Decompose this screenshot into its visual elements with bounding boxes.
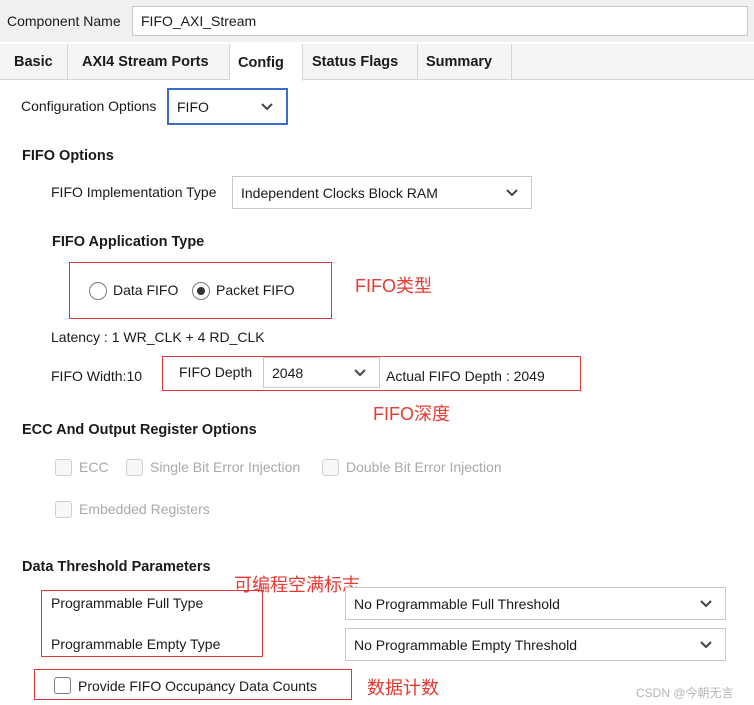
config-options-select[interactable]: FIFO (167, 88, 288, 125)
prog-empty-label: Programmable Empty Type (51, 636, 221, 652)
component-name-value: FIFO_AXI_Stream (141, 13, 257, 29)
packet-fifo-radio[interactable] (192, 282, 210, 300)
fifo-options-heading: FIFO Options (22, 148, 114, 164)
tab-bar: Basic AXI4 Stream Ports Config Status Fl… (0, 44, 754, 81)
watermark-text: CSDN @今朝无言 (636, 686, 734, 700)
data-fifo-radio[interactable] (89, 282, 107, 300)
packet-fifo-label: Packet FIFO (216, 282, 295, 298)
data-fifo-label: Data FIFO (113, 282, 179, 298)
prog-empty-select[interactable]: No Programmable Empty Threshold (345, 628, 726, 661)
component-name-label: Component Name (7, 13, 121, 29)
tab-status-flags[interactable]: Status Flags (303, 44, 418, 80)
fifo-impl-value: Independent Clocks Block RAM (241, 184, 438, 201)
chevron-down-icon (261, 102, 273, 110)
chevron-down-icon (354, 368, 366, 376)
annotation-fifo-depth: FIFO深度 (373, 404, 450, 424)
ecc-checkbox (55, 459, 72, 476)
fifo-depth-select[interactable]: 2048 (263, 357, 380, 388)
threshold-heading: Data Threshold Parameters (22, 559, 211, 575)
fifo-app-type-heading: FIFO Application Type (52, 234, 205, 250)
fifo-width-text: FIFO Width:10 (51, 368, 143, 384)
double-bit-error-label: Double Bit Error Injection (346, 459, 502, 475)
chevron-down-icon (700, 640, 712, 648)
prog-full-select[interactable]: No Programmable Full Threshold (345, 587, 726, 620)
single-bit-error-label: Single Bit Error Injection (150, 459, 301, 475)
single-bit-error-checkbox (126, 459, 143, 476)
config-options-value: FIFO (177, 98, 209, 115)
prog-full-value: No Programmable Full Threshold (354, 595, 560, 612)
occupancy-label: Provide FIFO Occupancy Data Counts (78, 678, 317, 694)
ecc-label: ECC (79, 459, 109, 475)
radio-selected-dot (197, 287, 205, 295)
double-bit-error-checkbox (322, 459, 339, 476)
ecc-heading: ECC And Output Register Options (22, 422, 257, 438)
tab-summary[interactable]: Summary (418, 44, 512, 80)
config-options-label: Configuration Options (21, 98, 157, 114)
chevron-down-icon (700, 599, 712, 607)
tab-basic[interactable]: Basic (0, 44, 68, 80)
actual-fifo-depth-text: Actual FIFO Depth : 2049 (386, 368, 545, 384)
fifo-impl-label: FIFO Implementation Type (51, 184, 217, 200)
component-name-input[interactable]: FIFO_AXI_Stream (132, 6, 748, 36)
prog-empty-value: No Programmable Empty Threshold (354, 636, 578, 653)
fifo-depth-label: FIFO Depth (179, 364, 253, 380)
latency-text: Latency : 1 WR_CLK + 4 RD_CLK (51, 329, 265, 345)
fifo-impl-select[interactable]: Independent Clocks Block RAM (232, 176, 532, 209)
embedded-registers-checkbox (55, 501, 72, 518)
embedded-registers-label: Embedded Registers (79, 501, 210, 517)
chevron-down-icon (506, 188, 518, 196)
occupancy-checkbox[interactable] (54, 677, 71, 694)
fifo-depth-value: 2048 (272, 364, 304, 381)
tab-axi4-stream-ports[interactable]: AXI4 Stream Ports (68, 44, 230, 80)
tab-config[interactable]: Config (230, 44, 303, 81)
prog-full-label: Programmable Full Type (51, 595, 204, 611)
annotation-fifo-type: FIFO类型 (355, 276, 432, 296)
annotation-data-count: 数据计数 (367, 678, 439, 698)
